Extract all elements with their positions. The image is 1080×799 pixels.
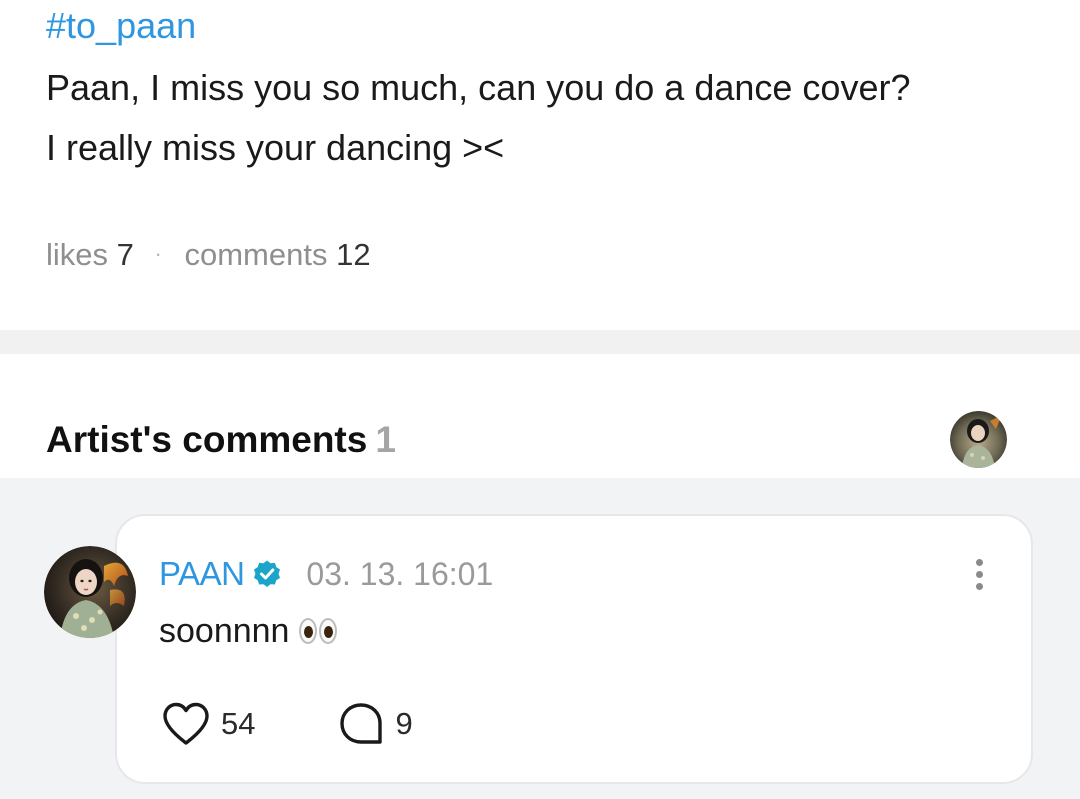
comments-count: 12: [336, 237, 371, 272]
heart-icon: [163, 702, 209, 745]
like-button[interactable]: 54: [161, 701, 255, 747]
likes-count: 7: [116, 237, 134, 272]
comment-meta: PAAN 03. 13. 16:01: [159, 552, 493, 596]
comment-card: PAAN 03. 13. 16:01 soonnnn 54 9: [115, 514, 1033, 784]
more-options-icon[interactable]: [967, 552, 991, 596]
like-count: 54: [221, 706, 256, 741]
post: #to_paan Paan, I miss you so much, can y…: [0, 0, 1080, 330]
post-body: Paan, I miss you so much, can you do a d…: [46, 58, 1056, 178]
artist-comments-list: PAAN 03. 13. 16:01 soonnnn 54 9: [0, 478, 1080, 799]
comments-label: comments: [184, 237, 328, 272]
eyes-emoji-icon: [299, 618, 338, 644]
comment-text-content: soonnnn: [159, 612, 290, 650]
likes-stat[interactable]: likes 7: [46, 237, 143, 272]
stats-separator: ·: [154, 241, 162, 266]
post-body-line: Paan, I miss you so much, can you do a d…: [46, 67, 911, 108]
post-hashtag[interactable]: #to_paan: [46, 2, 196, 50]
likes-label: likes: [46, 237, 109, 272]
post-stats: likes 7 · comments 12: [46, 232, 371, 277]
reply-count: 9: [395, 706, 413, 741]
comment-text: soonnnn: [159, 608, 338, 654]
artist-comments-count: 1: [375, 419, 396, 460]
comment-actions: 54 9: [161, 698, 413, 750]
comment-author[interactable]: PAAN: [159, 555, 245, 593]
reply-button[interactable]: 9: [337, 701, 413, 747]
artist-comments-header: Artist's comments 1: [0, 354, 1080, 478]
section-divider: [0, 330, 1080, 354]
comments-stat[interactable]: comments 12: [184, 237, 370, 272]
artist-comments-title: Artist's comments 1: [46, 416, 396, 464]
author-avatar-image: [44, 546, 136, 638]
comment-timestamp: 03. 13. 16:01: [306, 555, 494, 592]
artist-comments-label: Artist's comments: [46, 419, 368, 460]
speech-bubble-icon: [340, 703, 383, 744]
post-body-line: I really miss your dancing ><: [46, 127, 505, 168]
verified-badge-icon: [254, 560, 281, 587]
comment-author-avatar[interactable]: [44, 546, 136, 638]
artist-avatar-image: [950, 411, 1007, 468]
artist-avatar-filter[interactable]: [950, 411, 1007, 468]
